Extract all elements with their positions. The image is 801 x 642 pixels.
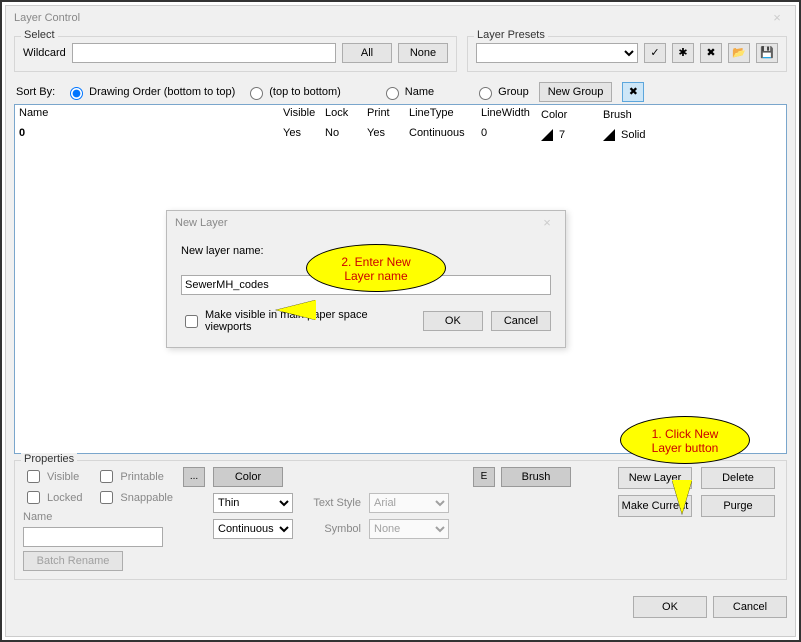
brush-picker-icon[interactable]: E xyxy=(473,467,495,487)
dialog-cancel-button[interactable]: Cancel xyxy=(491,311,551,331)
window-title: Layer Control xyxy=(14,12,80,24)
save-icon[interactable]: 💾 xyxy=(756,43,778,63)
text-style-select[interactable]: Arial xyxy=(369,493,449,513)
snappable-checkbox[interactable]: Snappable xyxy=(96,488,173,507)
dialog-close-icon[interactable]: × xyxy=(529,212,565,234)
presets-select[interactable] xyxy=(476,43,638,63)
delete-button[interactable]: Delete xyxy=(701,467,775,489)
brush-swatch-icon xyxy=(603,129,615,141)
dialog-title: New Layer xyxy=(175,217,228,229)
callout-click-new-layer: 1. Click New Layer button xyxy=(620,416,750,464)
cell-brush: Solid xyxy=(599,125,661,145)
cancel-button[interactable]: Cancel xyxy=(713,596,787,618)
check-icon[interactable]: ✓ xyxy=(644,43,666,63)
select-legend: Select xyxy=(21,29,58,41)
batch-rename-button[interactable]: Batch Rename xyxy=(23,551,123,571)
cell-name: 0 xyxy=(15,125,279,145)
locked-checkbox[interactable]: Locked xyxy=(23,488,90,507)
col-linewidth[interactable]: LineWidth xyxy=(477,105,537,124)
color-button[interactable]: Color xyxy=(213,467,283,487)
cell-color: 7 xyxy=(537,125,599,145)
title-bar: Layer Control × xyxy=(6,6,795,30)
symbol-label: Symbol xyxy=(301,523,361,535)
open-icon[interactable]: 📂 xyxy=(728,43,750,63)
col-visible[interactable]: Visible xyxy=(279,105,321,124)
sort-label: Sort By: xyxy=(16,86,55,98)
select-group: Select Wildcard All None xyxy=(14,36,457,72)
symbol-select[interactable]: None xyxy=(369,519,449,539)
sort-row: Sort By: Drawing Order (bottom to top) (… xyxy=(14,78,787,104)
col-lock[interactable]: Lock xyxy=(321,105,363,124)
name-label: Name xyxy=(23,511,173,523)
color-picker-icon[interactable]: ... xyxy=(183,467,205,487)
properties-group: Properties Visible Printable Locked Snap… xyxy=(14,460,787,580)
close-icon[interactable]: × xyxy=(759,7,795,29)
col-name[interactable]: Name xyxy=(15,105,279,124)
cell-visible: Yes xyxy=(279,125,321,145)
ok-button[interactable]: OK xyxy=(633,596,707,618)
col-linetype[interactable]: LineType xyxy=(405,105,477,124)
cell-linetype: Continuous xyxy=(405,125,477,145)
line-weight-select[interactable]: Thin xyxy=(213,493,293,513)
printable-checkbox[interactable]: Printable xyxy=(96,467,173,486)
sort-top-to-bottom[interactable]: (top to bottom) xyxy=(245,84,341,100)
none-button[interactable]: None xyxy=(398,43,448,63)
new-group-button[interactable]: New Group xyxy=(539,82,613,102)
callout-enter-name: 2. Enter New Layer name xyxy=(306,244,446,292)
layer-name-input[interactable] xyxy=(23,527,163,547)
col-print[interactable]: Print xyxy=(363,105,405,124)
sort-drawing-order[interactable]: Drawing Order (bottom to top) xyxy=(65,84,235,100)
all-button[interactable]: All xyxy=(342,43,392,63)
dialog-ok-button[interactable]: OK xyxy=(423,311,483,331)
sort-name[interactable]: Name xyxy=(381,84,434,100)
cell-print: Yes xyxy=(363,125,405,145)
presets-group: Layer Presets ✓ ✱ ✖ 📂 💾 xyxy=(467,36,787,72)
cell-lock: No xyxy=(321,125,363,145)
asterisk-icon[interactable]: ✱ xyxy=(672,43,694,63)
text-style-label: Text Style xyxy=(301,497,361,509)
table-row[interactable]: 0 Yes No Yes Continuous 0 7 Solid xyxy=(15,125,786,145)
col-color[interactable]: Color xyxy=(537,105,599,124)
wildcard-label: Wildcard xyxy=(23,47,66,59)
linetype-select[interactable]: Continuous xyxy=(213,519,293,539)
sort-group[interactable]: Group xyxy=(474,84,529,100)
presets-legend: Layer Presets xyxy=(474,29,548,41)
brush-button[interactable]: Brush xyxy=(501,467,571,487)
visible-checkbox[interactable]: Visible xyxy=(23,467,90,486)
collapse-icon[interactable]: ✖ xyxy=(622,82,644,102)
delete-preset-icon[interactable]: ✖ xyxy=(700,43,722,63)
properties-legend: Properties xyxy=(21,453,77,465)
cell-linewidth: 0 xyxy=(477,125,537,145)
grid-header: Name Visible Lock Print LineType LineWid… xyxy=(15,105,786,125)
dialog-title-bar: New Layer × xyxy=(167,211,565,235)
purge-button[interactable]: Purge xyxy=(701,495,775,517)
col-brush[interactable]: Brush xyxy=(599,105,661,124)
wildcard-input[interactable] xyxy=(72,43,336,63)
color-swatch-icon xyxy=(541,129,553,141)
